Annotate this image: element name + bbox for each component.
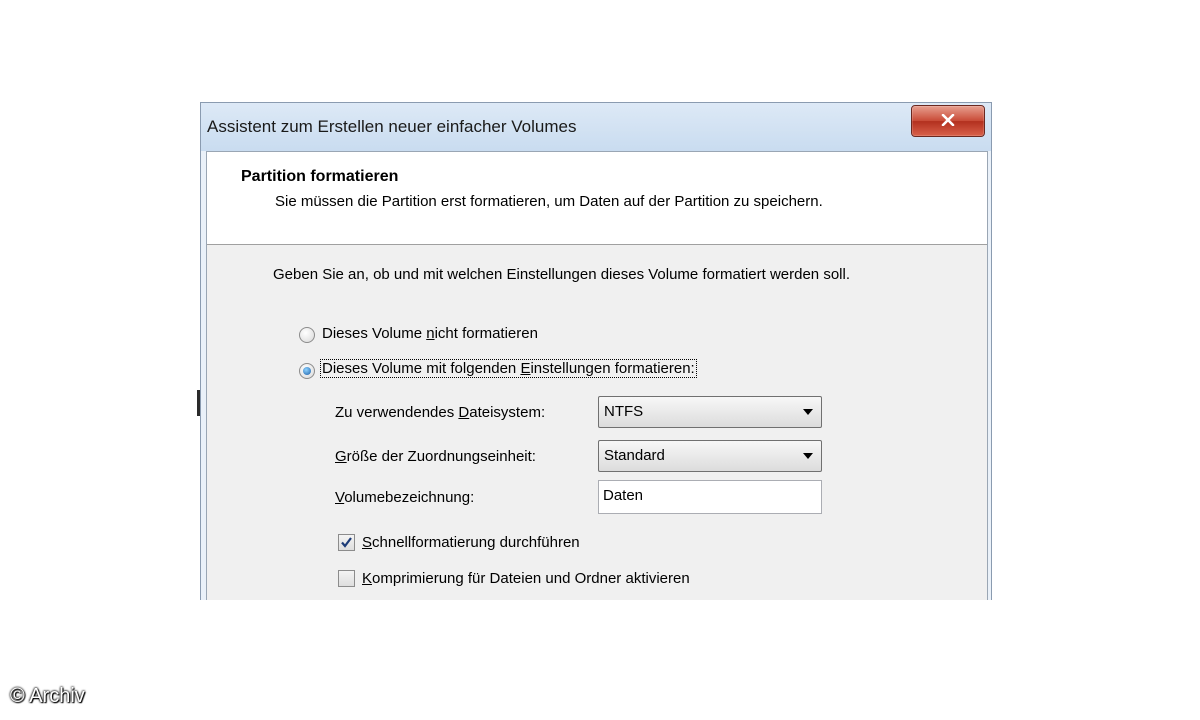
wizard-header: Partition formatieren Sie müssen die Par… [207,152,987,245]
quick-format-label[interactable]: Schnellformatierung durchführen [362,534,580,551]
wizard-client-area: Partition formatieren Sie müssen die Par… [206,151,988,600]
filesystem-value: NTFS [604,403,644,420]
accelerator-key: n [426,325,435,342]
accelerator-key: E [520,360,531,377]
instruction-text: Geben Sie an, ob und mit welchen Einstel… [273,266,850,283]
radio-format-with-settings[interactable] [299,363,315,379]
close-button[interactable] [911,105,985,137]
label-part: omprimierung für Dateien und Ordner akti… [372,570,690,587]
accelerator-key: G [335,448,347,465]
allocation-value: Standard [604,447,665,464]
accelerator-key: K [362,570,373,587]
page-subtitle: Sie müssen die Partition erst formatiere… [275,193,823,210]
volume-label-label: Volumebezeichnung: [335,489,474,506]
focus-rectangle: Dieses Volume mit folgenden Einstellunge… [320,359,697,378]
filesystem-dropdown[interactable]: NTFS [598,396,822,428]
compression-label[interactable]: Komprimierung für Dateien und Ordner akt… [362,570,690,587]
chevron-down-icon [803,453,813,459]
radio-selected-dot [303,367,311,375]
title-bar[interactable]: Assistent zum Erstellen neuer einfacher … [201,103,991,151]
filesystem-label: Zu verwendendes Dateisystem: [335,404,545,421]
window-title: Assistent zum Erstellen neuer einfacher … [207,117,577,136]
radio-no-format[interactable] [299,327,315,343]
allocation-dropdown[interactable]: Standard [598,440,822,472]
label-part: chnellformatierung durchführen [372,534,580,551]
radio-no-format-label[interactable]: Dieses Volume nicht formatieren [322,325,538,342]
accelerator-key: D [458,404,470,421]
wizard-window: Assistent zum Erstellen neuer einfacher … [200,102,992,600]
accelerator-key: S [362,534,373,551]
label-part: olumebezeichnung: [344,489,475,506]
accelerator-key: V [335,489,345,506]
chevron-down-icon [803,409,813,415]
label-part: instellungen formatieren: [530,360,695,377]
compression-checkbox[interactable] [338,570,355,587]
allocation-label: Größe der Zuordnungseinheit: [335,448,536,465]
checkmark-icon [341,537,352,548]
label-part: Dieses Volume mit folgenden [322,360,521,377]
page-title: Partition formatieren [241,168,399,185]
volume-label-value: Daten [603,487,644,504]
label-part: ateisystem: [469,404,546,421]
quick-format-checkbox[interactable] [338,534,355,551]
label-part: röße der Zuordnungseinheit: [346,448,536,465]
label-part: icht formatieren [434,325,538,342]
radio-format-label[interactable]: Dieses Volume mit folgenden Einstellunge… [320,359,697,378]
copyright-watermark: © Archiv [10,685,85,707]
label-part: Dieses Volume [322,325,427,342]
volume-label-input[interactable]: Daten [598,480,822,514]
label-part: Zu verwendendes [335,404,459,421]
close-icon [941,114,955,126]
